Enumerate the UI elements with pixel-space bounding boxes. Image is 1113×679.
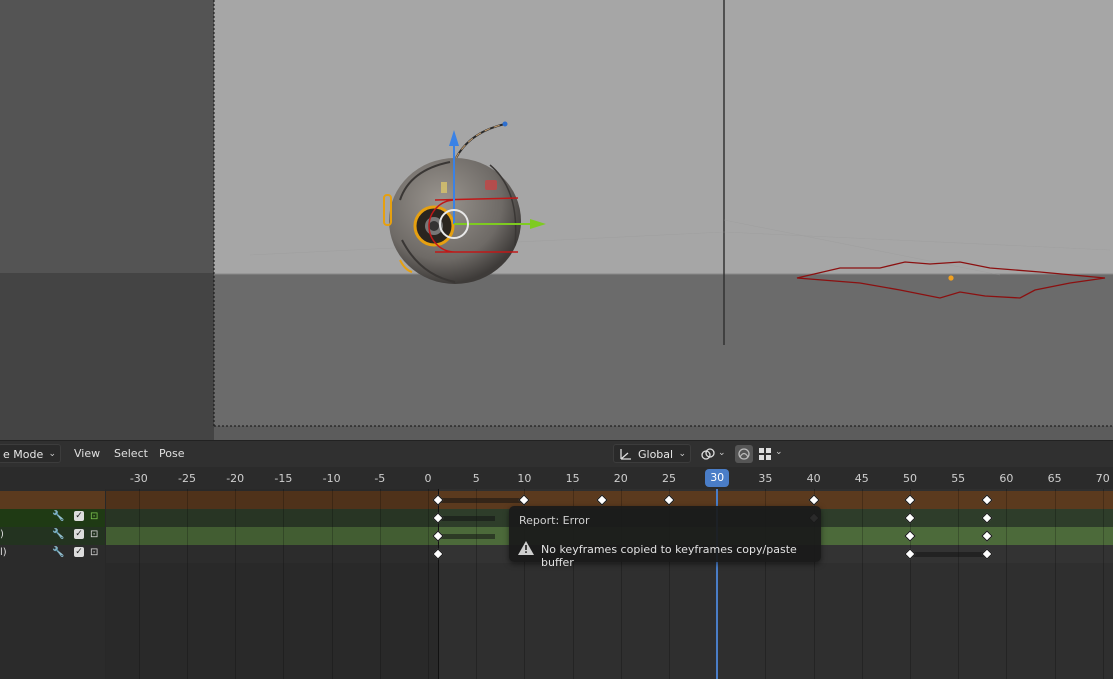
keyframe-hold-bar (910, 552, 988, 557)
pivot-point-dropdown[interactable]: ⌄ (698, 444, 729, 463)
pivot-icon (701, 448, 715, 460)
ruler-tick-label: 35 (758, 472, 773, 485)
lock-icon[interactable]: ⊡ (90, 547, 98, 558)
ruler-tick-label: 70 (1095, 472, 1110, 485)
gridline (958, 489, 960, 679)
ruler-tick-label: 0 (424, 472, 432, 485)
keyframe-hold-bar (437, 516, 496, 521)
gridline (235, 489, 237, 679)
frame-ruler[interactable]: -30 -25 -20 -15 -10 -5 0 5 10 15 20 25 35 40 45 50 55 60 6… (0, 467, 1113, 489)
checkbox-icon[interactable]: ✓ (74, 529, 84, 539)
ruler-tick-label: 50 (903, 472, 917, 485)
wrench-icon[interactable]: 🔧 (52, 511, 64, 522)
chevron-down-icon: ⌄ (678, 449, 686, 459)
wrench-icon[interactable]: 🔧 (52, 529, 64, 540)
3d-viewport[interactable] (0, 0, 1113, 440)
gridline (331, 489, 333, 679)
ruler-tick-label: 25 (662, 472, 676, 485)
current-frame-indicator[interactable]: 30 (705, 469, 730, 487)
lock-icon[interactable]: ⊡ (90, 511, 98, 522)
channel-label: ) (0, 529, 4, 540)
warning-icon (518, 541, 534, 555)
ruler-tick-label: -30 (129, 472, 148, 485)
channel-row-group[interactable]: 🔧 ✓ ⊡ (0, 509, 105, 527)
lock-icon[interactable]: ⊡ (90, 529, 98, 540)
snapping-dropdown[interactable]: ⌄ (757, 445, 787, 463)
channel-list: 🔧 ✓ ⊡ ) 🔧 ✓ ⊡ l) 🔧 ✓ ⊡ (0, 489, 105, 679)
gridline (379, 489, 381, 679)
menu-pose[interactable]: Pose (153, 445, 190, 463)
menu-select[interactable]: Select (108, 445, 154, 463)
ruler-tick-label: 20 (613, 472, 628, 485)
ruler-tick-label: -5 (374, 472, 386, 485)
viewport-scene (0, 0, 1113, 440)
orientation-label: Global (638, 448, 674, 461)
proportional-edit-toggle[interactable] (735, 445, 753, 463)
proportional-edit-icon (738, 448, 750, 460)
transform-orientation-dropdown[interactable]: Global ⌄ (613, 444, 691, 463)
ruler-tick-label: 40 (806, 472, 821, 485)
gridline (1006, 489, 1008, 679)
camera-frame-sky (214, 0, 1113, 274)
gridline (861, 489, 863, 679)
timeline-header: e Mode ⌄ View Select Pose Global ⌄ ⌄ ⌄ (0, 440, 1113, 468)
mode-dropdown[interactable]: e Mode ⌄ (0, 444, 61, 463)
chevron-down-icon: ⌄ (718, 448, 726, 458)
mode-dropdown-label: e Mode (3, 448, 44, 461)
ruler-tick-label: 10 (517, 472, 532, 485)
ruler-tick-label: 15 (565, 472, 580, 485)
keyframe-hold-bar (437, 534, 496, 539)
ruler-tick-label: 55 (951, 472, 966, 485)
error-report-popup: Report: Error No keyframes copied to key… (509, 506, 821, 569)
report-message: No keyframes copied to keyframes copy/pa… (541, 543, 797, 569)
chevron-down-icon: ⌄ (48, 449, 56, 459)
keyframe-hold-bar (437, 498, 525, 503)
chevron-down-icon: ⌄ (775, 447, 783, 457)
wrench-icon[interactable]: 🔧 (52, 547, 64, 558)
channel-row-summary[interactable] (0, 491, 105, 509)
channel-label: l) (0, 547, 7, 558)
ruler-tick-label: -15 (274, 472, 293, 485)
ruler-tick-label: 45 (854, 472, 869, 485)
gridline (1054, 489, 1056, 679)
channel-row[interactable]: l) 🔧 ✓ ⊡ (0, 545, 105, 563)
ruler-tick-label: 65 (1047, 472, 1062, 485)
preroll-shade (106, 489, 438, 679)
channel-row-selected[interactable]: ) 🔧 ✓ ⊡ (0, 527, 105, 545)
ruler-tick-label: 5 (472, 472, 480, 485)
gridline (428, 489, 429, 679)
gridline (1102, 489, 1104, 679)
ruler-tick-label: -10 (322, 472, 341, 485)
snap-grid-icon (759, 448, 771, 460)
gridline (283, 489, 285, 679)
menu-view[interactable]: View (68, 445, 106, 463)
report-title: Report: Error (519, 514, 590, 527)
checkbox-icon[interactable]: ✓ (74, 547, 84, 557)
checkbox-icon[interactable]: ✓ (74, 511, 84, 521)
gridline (187, 489, 188, 679)
camera-frame-floor (214, 274, 1113, 426)
ruler-tick-label: 60 (999, 472, 1014, 485)
orientation-axes-icon (620, 449, 631, 460)
ruler-tick-label: -20 (226, 472, 245, 485)
ruler-tick-label: -25 (178, 472, 196, 485)
gridline (138, 489, 140, 679)
